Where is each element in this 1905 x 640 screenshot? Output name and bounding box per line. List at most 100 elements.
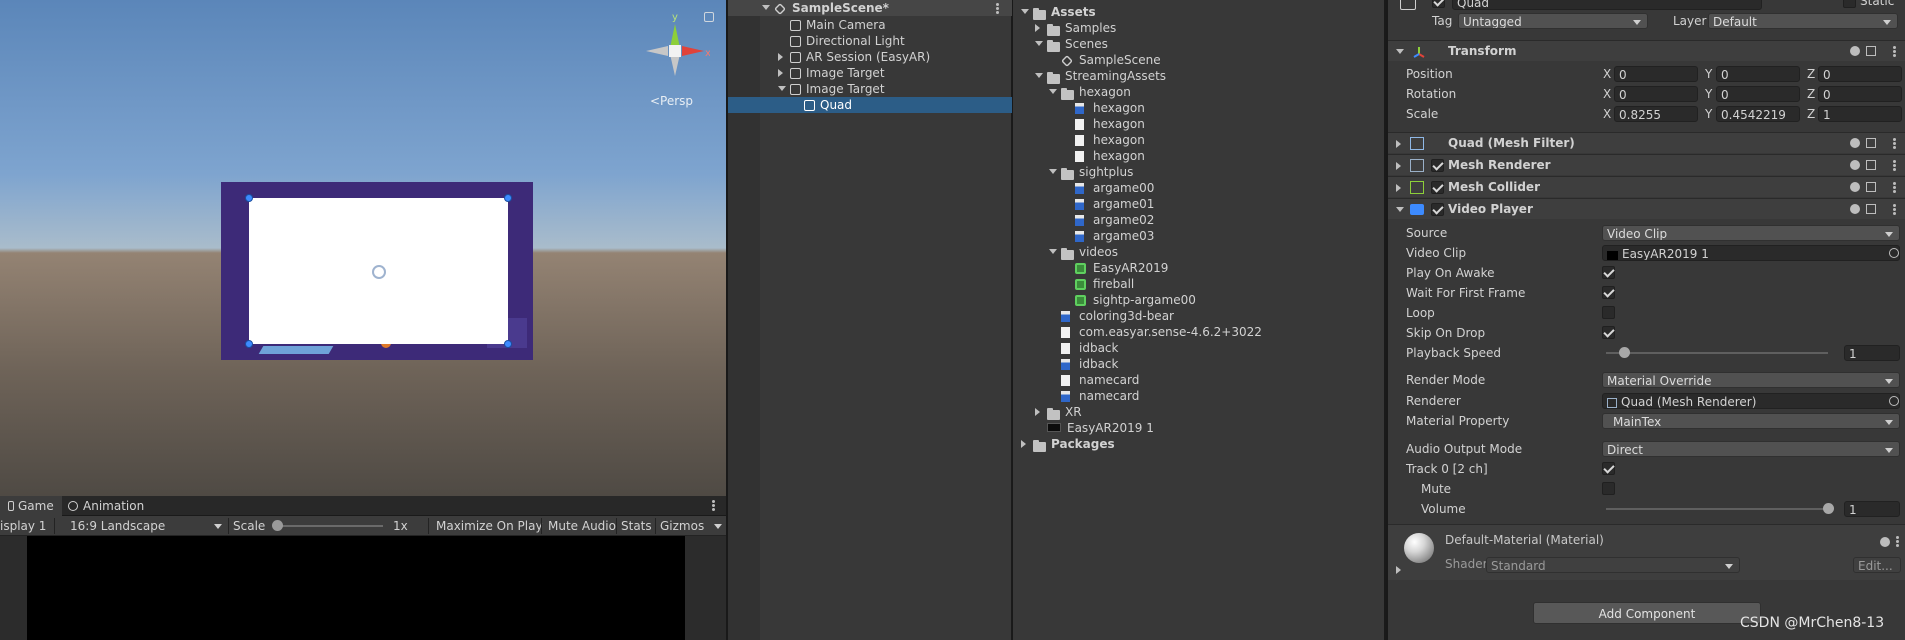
scene-view[interactable]: y x <Persp: [0, 0, 726, 496]
transform-header[interactable]: Transform: [1388, 40, 1905, 61]
help-icon[interactable]: [1850, 160, 1860, 170]
loop-checkbox[interactable]: [1602, 306, 1615, 319]
mesh-collider-enabled-checkbox[interactable]: [1431, 181, 1444, 194]
project-asset-item[interactable]: hexagon: [1013, 100, 1383, 116]
display-dropdown[interactable]: isplay 1: [0, 516, 46, 536]
mesh-filter-header[interactable]: Quad (Mesh Filter): [1388, 132, 1905, 153]
mesh-collider-header[interactable]: Mesh Collider: [1388, 176, 1905, 197]
project-folder-item[interactable]: Scenes: [1013, 36, 1383, 52]
static-checkbox[interactable]: [1843, 0, 1856, 8]
active-checkbox[interactable]: [1432, 0, 1445, 8]
project-asset-item[interactable]: hexagon: [1013, 148, 1383, 164]
chevron-right-icon[interactable]: [1035, 24, 1040, 32]
chevron-down-icon[interactable]: [1021, 9, 1029, 14]
preset-icon[interactable]: [1866, 160, 1876, 170]
hierarchy-item[interactable]: Main Camera: [728, 17, 1012, 33]
hierarchy-item-selected[interactable]: Quad: [728, 97, 1012, 113]
kebab-menu-icon[interactable]: [1893, 203, 1897, 217]
mesh-renderer-enabled-checkbox[interactable]: [1431, 159, 1444, 172]
project-asset-item[interactable]: idback: [1013, 340, 1383, 356]
chevron-down-icon[interactable]: [1035, 41, 1043, 46]
chevron-down-icon[interactable]: [762, 5, 770, 10]
project-asset-item[interactable]: EasyAR2019 1: [1013, 420, 1383, 436]
scale-x-field[interactable]: 0.8255: [1614, 106, 1698, 122]
preset-icon[interactable]: [1866, 138, 1876, 148]
kebab-menu-icon[interactable]: [1893, 159, 1897, 173]
kebab-menu-icon[interactable]: [1896, 535, 1900, 549]
project-folder-item[interactable]: videos: [1013, 244, 1383, 260]
hierarchy-item[interactable]: Image Target: [728, 81, 1012, 97]
position-z-field[interactable]: 0: [1818, 66, 1902, 82]
project-asset-item[interactable]: coloring3d-bear: [1013, 308, 1383, 324]
project-folder-item[interactable]: XR: [1013, 404, 1383, 420]
help-icon[interactable]: [1850, 46, 1860, 56]
chevron-down-icon[interactable]: [1396, 49, 1404, 54]
rect-handle[interactable]: [245, 194, 253, 202]
volume-slider-track[interactable]: [1606, 508, 1828, 510]
rotation-z-field[interactable]: 0: [1818, 86, 1902, 102]
stats-toggle[interactable]: Stats: [621, 516, 652, 536]
chevron-down-icon[interactable]: [1396, 207, 1404, 212]
chevron-right-icon[interactable]: [1021, 440, 1026, 448]
video-player-enabled-checkbox[interactable]: [1431, 203, 1444, 216]
object-picker-icon[interactable]: [1889, 396, 1899, 406]
object-name-field[interactable]: Quad: [1452, 0, 1762, 10]
scale-y-field[interactable]: 0.4542219: [1716, 106, 1800, 122]
position-x-field[interactable]: 0: [1614, 66, 1698, 82]
project-folder-item[interactable]: Packages: [1013, 436, 1383, 452]
position-y-field[interactable]: 0: [1716, 66, 1800, 82]
renderer-field[interactable]: Quad (Mesh Renderer): [1602, 393, 1900, 409]
aspect-dropdown[interactable]: 16:9 Landscape: [70, 516, 226, 536]
project-folder-item[interactable]: StreamingAssets: [1013, 68, 1383, 84]
project-asset-item[interactable]: argame02: [1013, 212, 1383, 228]
rect-handle[interactable]: [245, 340, 253, 348]
scale-slider-handle[interactable]: [272, 520, 283, 531]
object-picker-icon[interactable]: [1889, 248, 1899, 258]
preset-icon[interactable]: [1866, 204, 1876, 214]
wait-first-frame-checkbox[interactable]: [1602, 286, 1615, 299]
pivot-icon[interactable]: [372, 265, 386, 279]
rotation-x-field[interactable]: 0: [1614, 86, 1698, 102]
scale-z-field[interactable]: 1: [1818, 106, 1902, 122]
track0-checkbox[interactable]: [1602, 462, 1615, 475]
game-viewport[interactable]: [0, 536, 726, 640]
rect-handle[interactable]: [504, 194, 512, 202]
kebab-menu-icon[interactable]: [1893, 181, 1897, 195]
project-folder-item[interactable]: Assets: [1013, 4, 1383, 20]
kebab-menu-icon[interactable]: [712, 499, 716, 513]
project-asset-item[interactable]: com.easyar.sense-4.6.2+3022: [1013, 324, 1383, 340]
project-asset-item[interactable]: sightp-argame00: [1013, 292, 1383, 308]
project-asset-item[interactable]: EasyAR2019: [1013, 260, 1383, 276]
chevron-right-icon[interactable]: [778, 53, 783, 61]
maximize-on-play-toggle[interactable]: Maximize On Play: [436, 516, 543, 536]
chevron-down-icon[interactable]: [1049, 169, 1057, 174]
shader-dropdown[interactable]: Standard: [1486, 557, 1740, 573]
render-mode-dropdown[interactable]: Material Override: [1602, 372, 1900, 388]
audio-output-mode-dropdown[interactable]: Direct: [1602, 441, 1900, 457]
add-component-button[interactable]: Add Component: [1533, 602, 1761, 624]
preset-icon[interactable]: [1866, 46, 1876, 56]
help-icon[interactable]: [1850, 138, 1860, 148]
kebab-menu-icon[interactable]: [1893, 45, 1897, 59]
preset-icon[interactable]: [1866, 182, 1876, 192]
project-asset-item[interactable]: namecard: [1013, 372, 1383, 388]
material-property-dropdown[interactable]: _MainTex: [1602, 413, 1900, 429]
project-asset-item[interactable]: argame03: [1013, 228, 1383, 244]
rect-handle[interactable]: [504, 340, 512, 348]
project-asset-item[interactable]: hexagon: [1013, 116, 1383, 132]
chevron-right-icon[interactable]: [1035, 408, 1040, 416]
project-asset-item[interactable]: namecard: [1013, 388, 1383, 404]
help-icon[interactable]: [1880, 537, 1890, 547]
project-asset-item[interactable]: idback: [1013, 356, 1383, 372]
volume-field[interactable]: 1: [1844, 501, 1900, 517]
tag-dropdown[interactable]: Untagged: [1458, 13, 1648, 29]
hierarchy-item[interactable]: Image Target: [728, 65, 1012, 81]
chevron-right-icon[interactable]: [1396, 566, 1401, 574]
kebab-menu-icon[interactable]: [996, 2, 1000, 16]
project-asset-item[interactable]: argame01: [1013, 196, 1383, 212]
tab-game[interactable]: Game: [0, 496, 62, 516]
chevron-down-icon[interactable]: [1035, 73, 1043, 78]
rotation-y-field[interactable]: 0: [1716, 86, 1800, 102]
persp-label[interactable]: <Persp: [650, 94, 693, 108]
chevron-down-icon[interactable]: [778, 86, 786, 91]
